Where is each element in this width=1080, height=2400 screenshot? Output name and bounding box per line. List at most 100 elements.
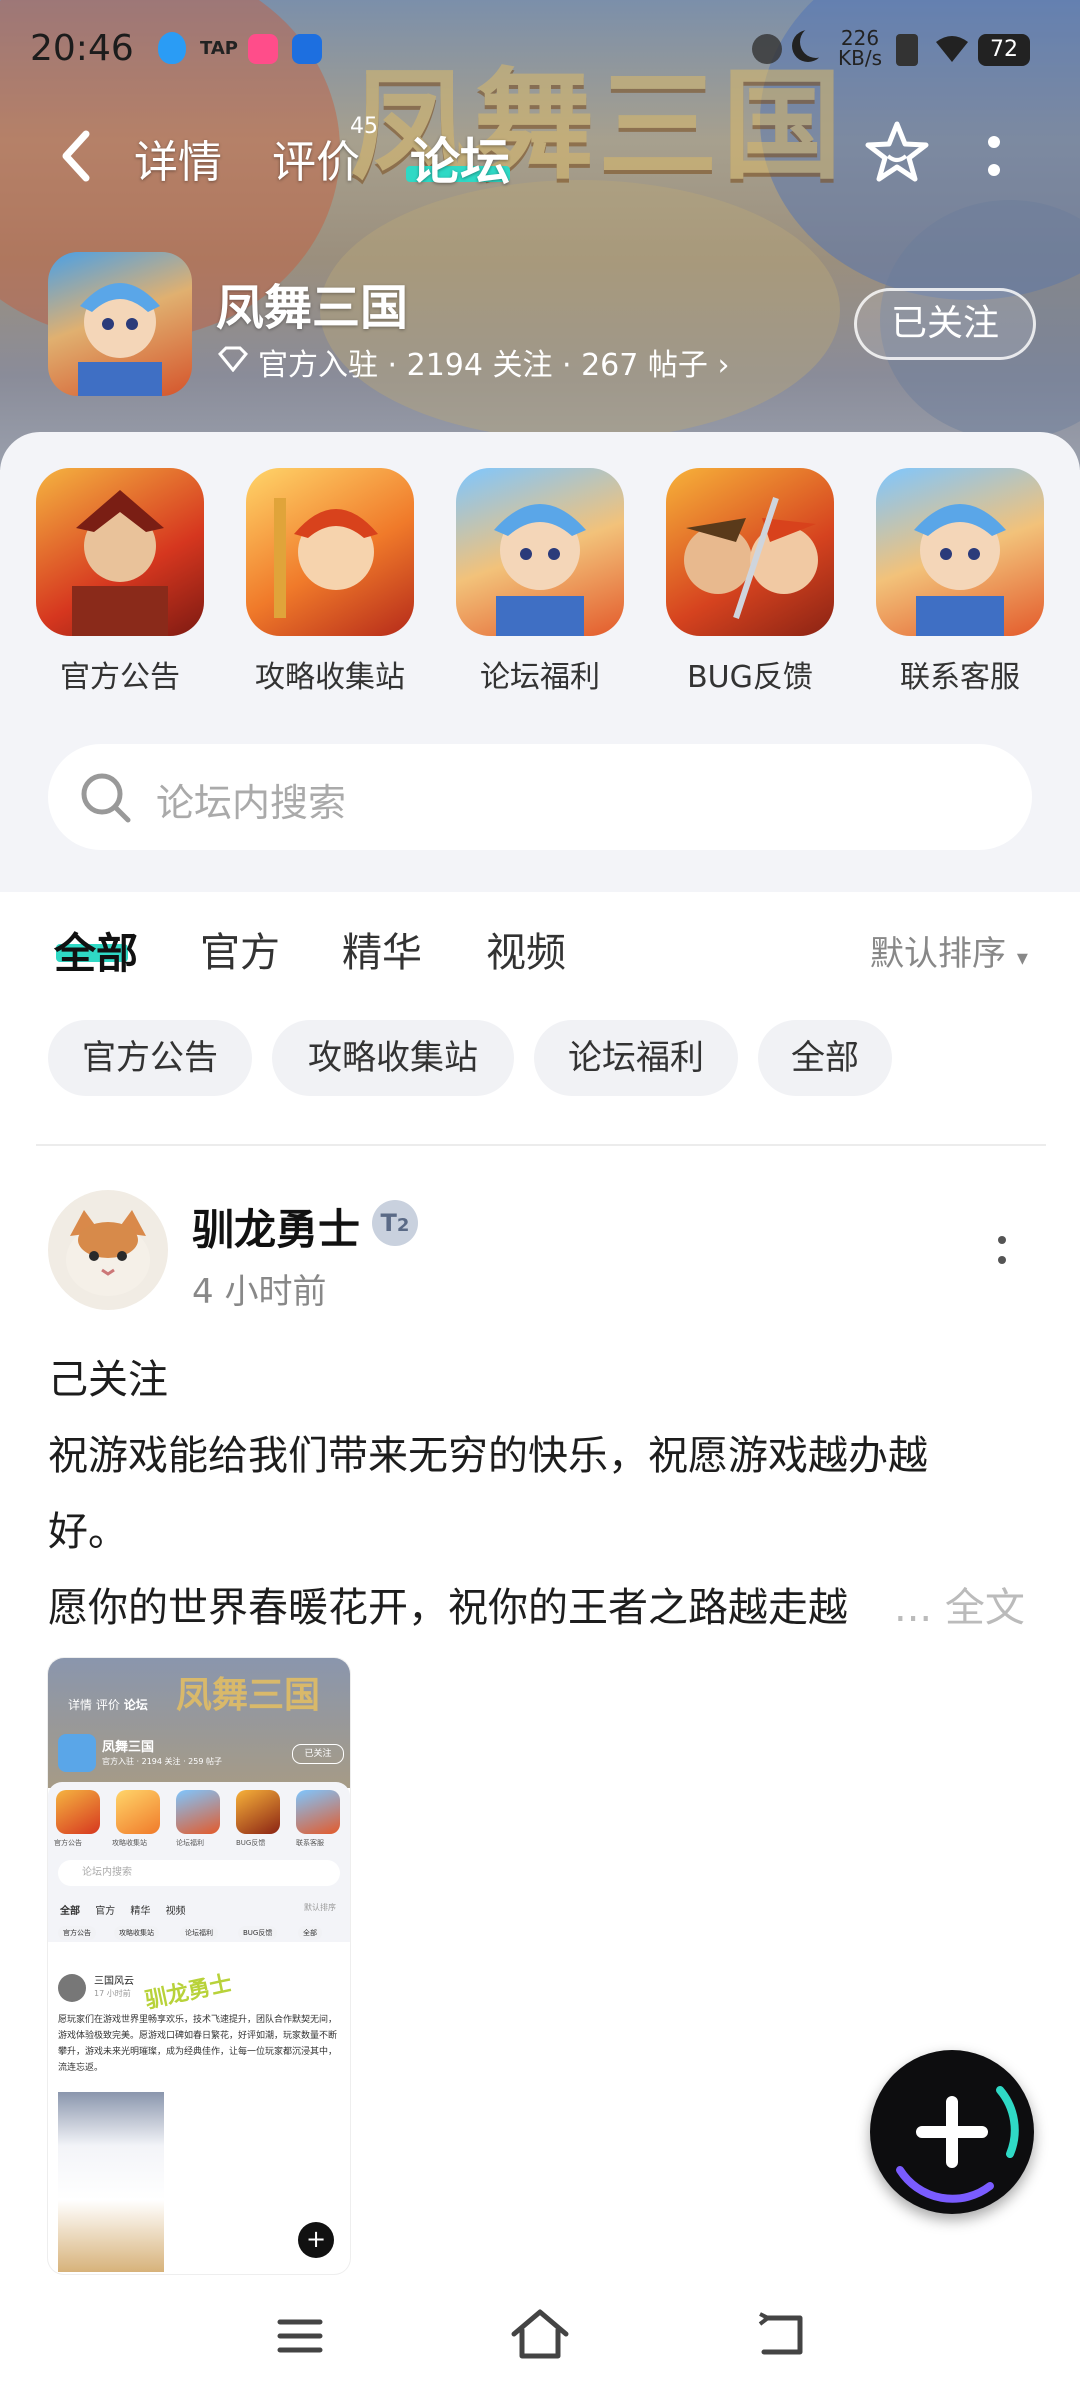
thumb-chip-4: 全部 — [298, 1926, 322, 1940]
tab-all[interactable]: 全部 — [54, 920, 138, 981]
post-line-1: 己关注 — [48, 1357, 168, 1403]
thumb-nested-image — [58, 2092, 164, 2272]
network-speed-value: 226 — [840, 26, 880, 50]
post-image[interactable]: 凤舞三国 详情 评价 论坛 凤舞三国 官方入驻 · 2194 关注 · 259 … — [48, 1658, 350, 2274]
thumb-label-2: 论坛福利 — [176, 1839, 204, 1847]
thumb-app-icon — [58, 1734, 96, 1772]
thumb-label-3: BUG反馈 — [236, 1839, 266, 1847]
thumb-overlay-text: 驯龙勇士 — [142, 1971, 235, 2014]
thumb-icons — [56, 1790, 342, 1836]
tab-featured[interactable]: 精华 — [342, 920, 422, 978]
thumb-banner-title: 凤舞三国 — [176, 1674, 321, 1716]
read-more-link[interactable]: ... 全文 — [894, 1570, 1025, 1646]
wifi-icon — [934, 30, 970, 66]
chip-benefits[interactable]: 论坛福利 — [534, 1020, 738, 1096]
app-icon — [48, 252, 192, 396]
thumb-tab-0: 全部 — [60, 1906, 80, 1917]
shortcut-label-support[interactable]: 联系客服 — [855, 652, 1065, 696]
post-line-4: 愿你的世界春暖花开，祝你的王者之路越走越 — [48, 1585, 848, 1631]
chip-announcement[interactable]: 官方公告 — [48, 1020, 252, 1096]
forum-search-input[interactable]: 论坛内搜索 — [48, 744, 1032, 850]
shortcut-label-guides[interactable]: 攻略收集站 — [225, 652, 435, 696]
browser-notification-icon — [292, 34, 322, 64]
sim-icon — [896, 34, 918, 66]
section-divider — [36, 1144, 1046, 1146]
plus-icon — [896, 2086, 1019, 2203]
mute-icon — [752, 34, 782, 64]
thumb-tab-2: 精华 — [130, 1906, 151, 1917]
thumb-tab-3: 视频 — [165, 1906, 186, 1917]
post-line-3: 好。 — [48, 1509, 128, 1555]
app-meta[interactable]: 官方入驻 · 2194 关注 · 267 帖子 › — [258, 340, 729, 384]
post-author-name[interactable]: 驯龙勇士 — [192, 1196, 360, 1257]
follow-button[interactable]: 已关注 — [854, 288, 1036, 360]
thumb-app-name: 凤舞三国 — [102, 1740, 155, 1755]
thumb-fab-icon: + — [298, 2222, 334, 2258]
chevron-right-icon: › — [717, 348, 730, 383]
chip-guides[interactable]: 攻略收集站 — [272, 1020, 514, 1096]
tab-official[interactable]: 官方 — [200, 920, 280, 978]
taptap-icon: TAP — [200, 38, 239, 59]
battery-icon: 72 — [978, 34, 1030, 66]
thumb-chip-1: 攻略收集站 — [114, 1926, 159, 1940]
thumb-tab-1: 官方 — [95, 1906, 116, 1917]
status-time: 20:46 — [30, 28, 134, 69]
shortcut-label-bug-report[interactable]: BUG反馈 — [645, 652, 855, 696]
caret-down-icon: ▾ — [1016, 946, 1028, 971]
verified-diamond-icon — [217, 346, 249, 373]
search-placeholder: 论坛内搜索 — [156, 781, 347, 825]
app-name: 凤舞三国 — [216, 280, 409, 336]
back-arrow-icon[interactable] — [56, 126, 96, 186]
more-menu-icon[interactable] — [988, 134, 1000, 178]
thumb-chip-3: BUG反馈 — [238, 1926, 278, 1940]
network-speed-unit: KB/s — [838, 46, 882, 70]
shortcut-label-benefits[interactable]: 论坛福利 — [435, 652, 645, 696]
header-banner: 凤舞三国 — [0, 0, 1080, 470]
thumb-chip-2: 论坛福利 — [180, 1926, 218, 1940]
thumb-label-1: 攻略收集站 — [112, 1839, 147, 1847]
home-icon[interactable] — [510, 2308, 570, 2360]
thumb-tabs: 全部 官方 精华 视频 默认排序 — [60, 1902, 340, 1917]
shortcut-label-announcement[interactable]: 官方公告 — [15, 652, 225, 696]
tab-video[interactable]: 视频 — [486, 920, 566, 978]
review-count-badge: 45 — [350, 114, 378, 139]
back-icon[interactable] — [756, 2310, 806, 2358]
search-icon — [78, 770, 134, 826]
thumb-sort: 默认排序 — [304, 1903, 336, 1912]
qq-icon — [158, 32, 186, 64]
thumb-avatar — [58, 1974, 86, 2002]
shortcut-support-icon[interactable] — [876, 468, 1044, 636]
thumb-label-4: 联系客服 — [296, 1839, 324, 1847]
chip-all[interactable]: 全部 — [758, 1020, 892, 1096]
shortcut-bug-report-icon[interactable] — [666, 468, 834, 636]
thumb-icon-labels: 官方公告 攻略收集站 论坛福利 BUG反馈 联系客服 — [52, 1838, 350, 1850]
tab-detail[interactable]: 详情 — [134, 126, 222, 190]
sort-dropdown[interactable]: 默认排序 ▾ — [870, 926, 1028, 975]
author-avatar[interactable] — [48, 1190, 168, 1310]
thumb-post-time: 17 小时前 — [94, 1989, 131, 1998]
thumb-post-text: 愿玩家们在游戏世界里畅享欢乐，技术飞速提升，团队合作默契无间，游戏体验极致完美。… — [58, 2015, 338, 2073]
tab-forum[interactable]: 论坛 — [410, 122, 510, 194]
shortcut-announcement-icon[interactable] — [36, 468, 204, 636]
post-more-icon[interactable] — [996, 1234, 1008, 1266]
do-not-disturb-icon — [792, 30, 824, 62]
create-post-fab[interactable] — [870, 2050, 1034, 2214]
shortcut-guides-icon[interactable] — [246, 468, 414, 636]
thumb-nav-forum: 论坛 — [123, 1698, 148, 1712]
thumb-search: 论坛内搜索 — [58, 1860, 340, 1886]
thumb-app-meta: 官方入驻 · 2194 关注 · 259 帖子 — [102, 1757, 222, 1766]
tab-review[interactable]: 评价 — [272, 126, 360, 190]
post-timestamp: 4 小时前 — [192, 1272, 327, 1312]
post-line-2: 祝游戏能给我们带来无穷的快乐，祝愿游戏越办越 — [48, 1433, 928, 1479]
thumb-nav: 详情 评价 论坛 — [68, 1696, 148, 1713]
menu-icon[interactable] — [276, 2316, 324, 2356]
star-favorite-icon[interactable] — [862, 118, 932, 188]
app-notification-icon — [248, 34, 278, 64]
thumb-chip-0: 官方公告 — [58, 1926, 96, 1940]
app-meta-text: 官方入驻 · 2194 关注 · 267 帖子 — [258, 348, 708, 383]
user-level-number: 2 — [396, 1215, 410, 1236]
sort-label: 默认排序 — [870, 934, 1006, 974]
user-level-badge: T2 — [372, 1200, 418, 1246]
shortcut-benefits-icon[interactable] — [456, 468, 624, 636]
thumb-follow: 已关注 — [292, 1744, 344, 1764]
